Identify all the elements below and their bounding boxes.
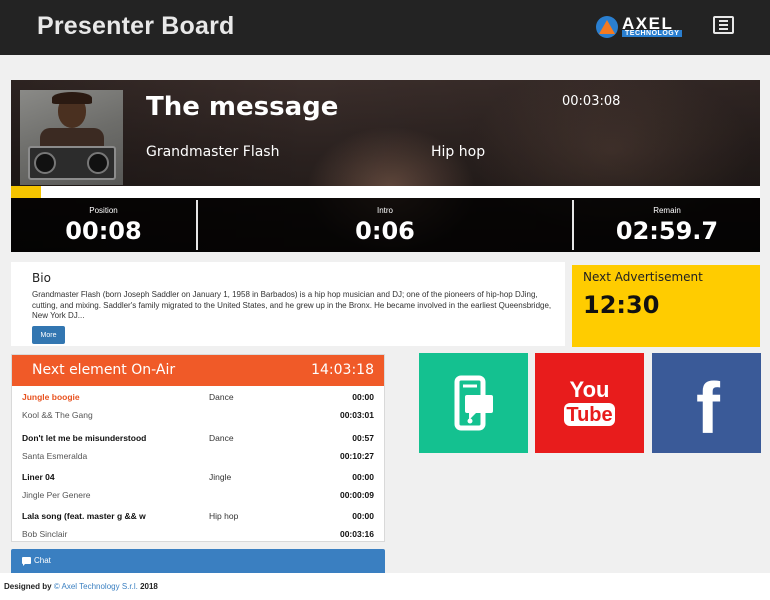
list-item[interactable]: Jungle boogie Dance 00:00 Kool && The Ga…: [12, 392, 384, 430]
company-link[interactable]: © Axel Technology S.r.l.: [54, 582, 138, 591]
top-navbar: Presenter Board AXEL TECHNOLOGY: [0, 0, 770, 55]
item-duration: 00:00: [352, 472, 374, 482]
speaker-left: [34, 152, 56, 174]
item-genre: Jingle: [209, 472, 232, 482]
song-artist: Grandmaster Flash: [146, 144, 280, 160]
youtube-icon: You Tube: [564, 377, 615, 426]
advertisement-heading: Next Advertisement: [583, 270, 703, 284]
item-genre: Hip hop: [209, 511, 239, 521]
now-playing-panel: The message 00:03:08 Grandmaster Flash H…: [11, 80, 760, 252]
song-duration: 00:03:08: [562, 94, 621, 109]
item-title: Don't let me be misunderstood: [22, 433, 147, 443]
item-duration: 00:57: [352, 433, 374, 443]
chat-button[interactable]: Chat: [11, 549, 385, 573]
menu-toggle-button[interactable]: [713, 16, 734, 34]
footer-year: 2018: [140, 582, 158, 591]
list-item[interactable]: Lala song (feat. master g && w Hip hop 0…: [12, 511, 384, 549]
footer-prefix: Designed by: [4, 582, 52, 591]
album-cover: [20, 90, 123, 185]
item-start-time: 00:10:27: [339, 451, 374, 461]
item-title: Jungle boogie: [22, 392, 80, 402]
next-advertisement-panel: Next Advertisement 12:30: [572, 265, 760, 347]
playback-progress-fill: [11, 186, 41, 198]
more-button[interactable]: More: [32, 326, 65, 344]
facebook-tile[interactable]: f: [652, 353, 761, 453]
item-duration: 00:00: [352, 511, 374, 521]
item-artist: Bob Sinclair: [22, 529, 68, 539]
item-artist: Kool && The Gang: [22, 410, 93, 420]
page-title: Presenter Board: [37, 12, 235, 40]
bio-text: Grandmaster Flash (born Joseph Saddler o…: [32, 290, 552, 320]
position-stat: Position 00:08: [11, 198, 196, 252]
bio-heading: Bio: [32, 271, 51, 285]
facebook-icon: f: [696, 369, 721, 449]
axel-logo-mark-icon: [596, 16, 618, 38]
youtube-tile[interactable]: You Tube: [535, 353, 644, 453]
list-item[interactable]: Liner 04 Jingle 00:00 Jingle Per Genere …: [12, 472, 384, 510]
position-value: 00:08: [65, 217, 142, 245]
next-on-air-panel: Next element On-Air 14:03:18 Jungle boog…: [11, 354, 385, 542]
svg-text:f: f: [696, 369, 721, 449]
remain-label: Remain: [653, 206, 681, 215]
bio-panel: Bio Grandmaster Flash (born Joseph Saddl…: [11, 262, 565, 346]
item-duration: 00:00: [352, 392, 374, 402]
remain-value: 02:59.7: [615, 217, 719, 245]
remain-stat: Remain 02:59.7: [574, 198, 760, 252]
mobile-chat-icon: [454, 375, 493, 431]
intro-value: 0:06: [355, 217, 415, 245]
chat-icon: [22, 557, 31, 566]
footer-text: Designed by © Axel Technology S.r.l. 201…: [4, 582, 158, 591]
axel-technology-logo[interactable]: AXEL TECHNOLOGY: [596, 14, 698, 38]
item-artist: Jingle Per Genere: [22, 490, 91, 500]
menu-icon: [719, 20, 728, 22]
playback-progress-bar[interactable]: [11, 186, 760, 198]
list-item[interactable]: Don't let me be misunderstood Dance 00:5…: [12, 433, 384, 471]
item-title: Liner 04: [22, 472, 55, 482]
item-start-time: 00:03:16: [339, 529, 374, 539]
menu-icon-line: [719, 24, 728, 26]
logo-subtitle: TECHNOLOGY: [622, 30, 683, 37]
cover-hat: [52, 92, 92, 104]
advertisement-time: 12:30: [583, 291, 660, 319]
on-air-header: Next element On-Air 14:03:18: [12, 355, 384, 386]
on-air-clock: 14:03:18: [311, 362, 374, 378]
on-air-heading: Next element On-Air: [32, 362, 176, 378]
position-label: Position: [89, 206, 118, 215]
menu-icon-line: [719, 28, 728, 30]
item-start-time: 00:00:09: [339, 490, 374, 500]
item-genre: Dance: [209, 392, 234, 402]
intro-label: Intro: [376, 206, 393, 215]
chat-label: Chat: [34, 556, 51, 565]
intro-stat: Intro 0:06: [198, 198, 572, 252]
item-title: Lala song (feat. master g && w: [22, 511, 146, 521]
item-start-time: 00:03:01: [339, 410, 374, 420]
item-artist: Santa Esmeralda: [22, 451, 88, 461]
playback-stats: Position 00:08 Intro 0:06 Remain 02:59.7: [11, 198, 760, 252]
song-genre: Hip hop: [431, 144, 486, 160]
mobile-app-tile[interactable]: [419, 353, 528, 453]
footer: Designed by © Axel Technology S.r.l. 201…: [0, 573, 770, 600]
item-genre: Dance: [209, 433, 234, 443]
speaker-right: [87, 152, 109, 174]
svg-text:You: You: [570, 377, 610, 402]
song-title: The message: [146, 92, 339, 122]
svg-text:Tube: Tube: [566, 404, 612, 426]
